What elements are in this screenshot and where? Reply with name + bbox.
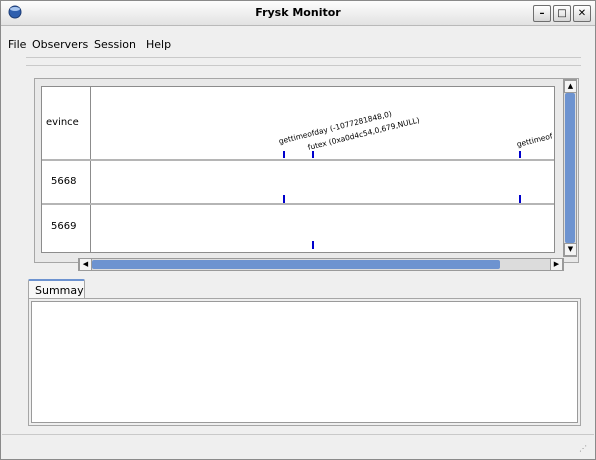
scroll-right-arrow-icon[interactable]: ▶	[550, 258, 563, 271]
title-bar[interactable]: Frysk Monitor – □ ✕	[1, 1, 595, 26]
vertical-scrollbar[interactable]: ▲ ▼	[563, 79, 577, 257]
event-tick-5669-futex[interactable]	[312, 241, 314, 249]
menu-file[interactable]: File	[8, 38, 26, 51]
row-divider	[42, 159, 554, 161]
event-tick-evince-gettimeofday[interactable]	[283, 151, 285, 158]
event-tick-evince-futex[interactable]	[312, 151, 314, 158]
summary-panel	[28, 298, 581, 426]
row-label-5669[interactable]: 5669	[42, 205, 91, 252]
minimize-button[interactable]: –	[533, 5, 551, 22]
scroll-up-arrow-icon[interactable]: ▲	[564, 80, 577, 93]
maximize-icon: □	[557, 8, 567, 19]
horizontal-scrollbar[interactable]: ◀ ▶	[78, 258, 564, 271]
menu-session[interactable]: Session	[94, 38, 136, 51]
tab-summary[interactable]: Summay	[28, 279, 85, 300]
window-title: Frysk Monitor	[255, 6, 341, 19]
close-button[interactable]: ✕	[573, 5, 591, 22]
event-tick-5668-gettimeofday[interactable]	[283, 195, 285, 203]
separator	[26, 65, 581, 66]
menu-observers[interactable]: Observers	[32, 38, 88, 51]
menu-bar: File Observers Session Help	[1, 26, 595, 51]
menu-help[interactable]: Help	[146, 38, 171, 51]
timeline-grid: evince 5668 5669 gettimeofday (-10772818…	[41, 86, 555, 253]
row-label-5668[interactable]: 5668	[42, 161, 91, 203]
resize-grip-icon[interactable]: ⋰	[579, 444, 587, 453]
row-label-evince[interactable]: evince	[42, 87, 91, 159]
main-window: Frysk Monitor – □ ✕ File Observers Sessi…	[0, 0, 596, 460]
scroll-left-arrow-icon[interactable]: ◀	[79, 258, 92, 271]
close-icon: ✕	[577, 8, 587, 19]
tab-summary-label: Summay	[35, 284, 84, 297]
scroll-down-arrow-icon[interactable]: ▼	[564, 243, 577, 256]
event-tick-5668-gettimeof[interactable]	[519, 195, 521, 203]
vertical-scroll-thumb[interactable]	[565, 93, 575, 243]
minimize-icon: –	[539, 8, 545, 19]
row-divider	[42, 203, 554, 205]
maximize-button[interactable]: □	[553, 5, 571, 22]
event-tick-evince-gettimeof[interactable]	[519, 151, 521, 158]
status-separator	[2, 434, 594, 435]
event-label-gettimeof: gettimeof	[515, 131, 554, 149]
separator	[26, 57, 581, 58]
horizontal-scroll-thumb[interactable]	[92, 260, 500, 269]
summary-text-area[interactable]	[31, 301, 578, 423]
